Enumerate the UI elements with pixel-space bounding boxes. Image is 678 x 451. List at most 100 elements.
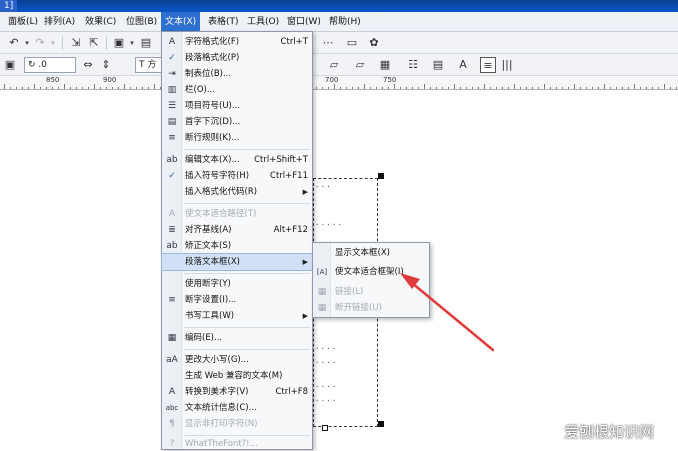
menu-item-line-break-rules[interactable]: ≡ 断行规则(K)...: [162, 130, 312, 146]
menu-item-fit-text-to-path[interactable]: A 使文本适合路径(T): [162, 206, 312, 222]
ruler-tick: [352, 87, 353, 89]
window-title: 1]: [0, 0, 18, 12]
mirror-vertical-icon[interactable]: ⇕: [98, 57, 114, 73]
redo-dropdown-icon[interactable]: ▾: [45, 35, 61, 51]
menu-text[interactable]: 文本(X): [161, 12, 201, 32]
menu-item-drop-cap[interactable]: ▤ 首字下沉(D)...: [162, 114, 312, 130]
import-icon[interactable]: ⇲: [68, 35, 84, 51]
submenu-arrow-icon: ▶: [302, 258, 308, 266]
ruler-tick: [544, 84, 545, 89]
ruler-tick: [88, 87, 89, 89]
zoom-icon[interactable]: ▭: [344, 35, 360, 51]
ruler-tick: [550, 87, 551, 89]
options-icon[interactable]: ✿: [366, 35, 382, 51]
standard-toolbar: ↶ ▾ ↷ ▾ ⇲ ⇱ ▣ ▾ ▤ ⋯ ▭ ✿: [0, 32, 678, 54]
rotation-field[interactable]: ↻ .0: [24, 57, 76, 73]
menu-item-columns[interactable]: ▥ 栏(O)...: [162, 82, 312, 98]
menu-item-straighten-text[interactable]: ab 矫正文本(S): [162, 238, 312, 254]
encoding-icon: ▦: [167, 333, 177, 343]
submenu-item-unlink[interactable]: ▦ 断开链接(U): [313, 300, 429, 316]
ruler-tick: [418, 87, 419, 89]
ruler-tick: [52, 87, 53, 89]
menu-item-paragraph-format[interactable]: ✓ 段落格式化(P): [162, 50, 312, 66]
ruler-tick: [346, 87, 347, 89]
frame-tab-handle[interactable]: [322, 425, 328, 431]
ruler-tick: [658, 87, 659, 89]
text-placeholder: • • • •: [316, 384, 337, 389]
menu-item-character-format[interactable]: A 字符格式化(F) Ctrl+T: [162, 34, 312, 50]
ruler-label: 900: [103, 76, 117, 84]
edit-text-icon: ab: [166, 155, 178, 165]
title-bar: 1]: [0, 0, 678, 12]
ruler-tick: [616, 87, 617, 89]
ruler-tick: [622, 87, 623, 89]
object-icon[interactable]: ▣: [2, 57, 18, 73]
menu-item-edit-text[interactable]: ab 编辑文本(X)... Ctrl+Shift+T: [162, 152, 312, 168]
menu-item-bullets[interactable]: ☰ 项目符号(U)...: [162, 98, 312, 114]
ruler-tick: [436, 87, 437, 89]
menu-item-web-compatible-text[interactable]: 生成 Web 兼容的文本(M): [162, 368, 312, 384]
drop-cap-toolbar-icon[interactable]: ▤: [430, 57, 446, 73]
ruler-tick: [4, 84, 5, 89]
menu-panel[interactable]: 面板(L): [4, 12, 42, 32]
ruler-tick: [40, 87, 41, 89]
vertical-text-icon[interactable]: |||: [499, 57, 515, 73]
bold-icon[interactable]: ▱: [326, 57, 342, 73]
ruler-tick: [580, 87, 581, 89]
ruler-tick: [454, 84, 455, 89]
menu-item-writing-tools[interactable]: 书写工具(W) ▶: [162, 308, 312, 324]
font-field[interactable]: T 方: [135, 57, 163, 73]
ruler-tick: [442, 87, 443, 89]
menu-bitmap[interactable]: 位图(B): [122, 12, 161, 32]
menu-item-paragraph-text-frame[interactable]: 段落文本框(X) ▶: [161, 253, 313, 271]
check-icon: ✓: [168, 53, 176, 63]
ruler-tick: [532, 87, 533, 89]
ruler-tick: [64, 84, 65, 89]
menu-window[interactable]: 窗口(W): [283, 12, 325, 32]
frame-handle[interactable]: [378, 421, 384, 427]
menu-item-insert-format-code[interactable]: 插入格式化代码(R) ▶: [162, 184, 312, 200]
ruler-tick: [676, 87, 677, 89]
welcome-screen-icon[interactable]: ▤: [138, 35, 154, 51]
submenu-item-show-frame[interactable]: 显示文本框(X): [313, 245, 429, 261]
menu-effects[interactable]: 效果(C): [81, 12, 120, 32]
menu-item-whatthefont[interactable]: ? WhatTheFont?!...: [162, 437, 312, 451]
watermark: 爱刨根知识网: [563, 423, 654, 441]
align-icon[interactable]: ▦: [377, 57, 393, 73]
menu-item-convert-to-artistic[interactable]: A 转换到美术字(V) Ctrl+F8: [162, 384, 312, 400]
menu-item-align-baseline[interactable]: ≣ 对齐基线(A) Alt+F12: [162, 222, 312, 238]
menu-item-hyphenation-settings[interactable]: ≡ 断字设置(I)...: [162, 292, 312, 308]
ruler-tick: [502, 87, 503, 89]
ruler-tick: [484, 84, 485, 89]
tab-stop-icon: ⇥: [168, 69, 176, 79]
menu-separator: [184, 149, 310, 150]
ruler-tick: [82, 87, 83, 89]
menu-item-use-hyphenation[interactable]: 使用断字(Y): [162, 276, 312, 292]
menu-tools[interactable]: 工具(O): [243, 12, 283, 32]
submenu-item-fit-text-to-frame[interactable]: [A] 使文本适合框架(I): [313, 264, 429, 280]
ruler-tick: [142, 87, 143, 89]
bullet-icon[interactable]: ☷: [405, 57, 421, 73]
menu-item-insert-symbol[interactable]: ✓ 插入符号字符(H) Ctrl+F11: [162, 168, 312, 184]
menu-item-encoding[interactable]: ▦ 编码(E)...: [162, 330, 312, 346]
underline-icon[interactable]: ▱: [352, 57, 368, 73]
ruler-tick: [388, 87, 389, 89]
menu-item-change-case[interactable]: aA 更改大小写(G)...: [162, 352, 312, 368]
frame-handle[interactable]: [378, 173, 384, 179]
menu-arrange[interactable]: 排列(A): [40, 12, 79, 32]
menu-item-show-nonprinting[interactable]: ¶ 显示非打印字符(N): [162, 416, 312, 432]
horizontal-text-icon[interactable]: ≡: [480, 57, 496, 73]
menu-table[interactable]: 表格(T): [204, 12, 243, 32]
menu-item-text-statistics[interactable]: abc 文本统计信息(C)...: [162, 400, 312, 416]
ruler-tick: [514, 84, 515, 89]
menu-item-tab-stops[interactable]: ⇥ 制表位(B)...: [162, 66, 312, 82]
submenu-item-link[interactable]: ▦ 链接(L): [313, 284, 429, 300]
export-icon[interactable]: ⇱: [86, 35, 102, 51]
mirror-icon[interactable]: ⇔: [80, 57, 96, 73]
menu-help[interactable]: 帮助(H): [325, 12, 365, 32]
horizontal-ruler[interactable]: 850 900 700 750: [0, 76, 678, 90]
ruler-tick: [490, 87, 491, 89]
snap-icon[interactable]: ⋯: [320, 35, 336, 51]
text-frame-icon[interactable]: A: [455, 57, 471, 73]
ruler-tick: [118, 87, 119, 89]
